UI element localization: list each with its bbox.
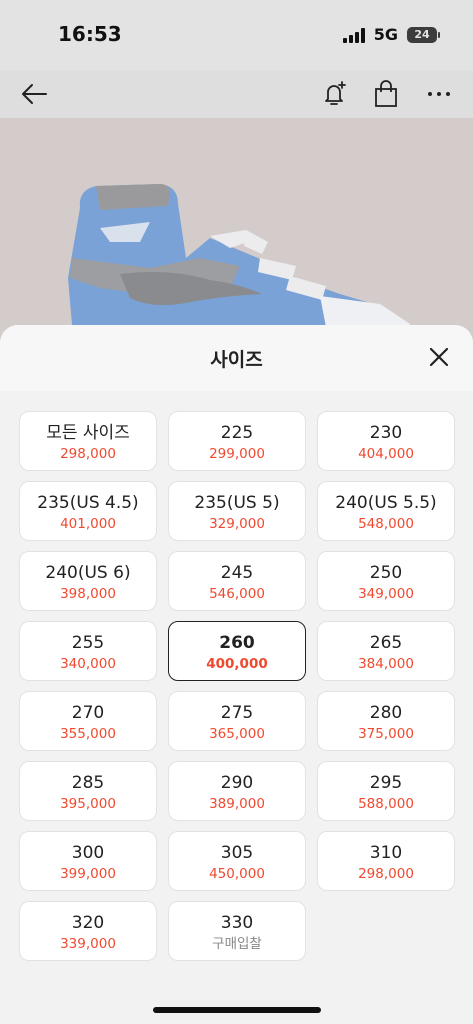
size-price: 401,000 xyxy=(60,516,116,532)
size-label: 330 xyxy=(220,913,254,933)
battery-level: 24 xyxy=(414,27,430,41)
size-label: 275 xyxy=(220,703,254,723)
size-option[interactable]: 235(US 5) 329,000 xyxy=(168,481,306,541)
size-price: 375,000 xyxy=(358,726,414,742)
size-label: 230 xyxy=(369,423,403,443)
size-price: 588,000 xyxy=(358,796,414,812)
size-option[interactable]: 330 구매입찰 xyxy=(168,901,306,961)
size-label: 235(US 5) xyxy=(194,493,280,513)
size-price: 389,000 xyxy=(209,796,265,812)
size-price: 구매입찰 xyxy=(212,936,262,952)
size-label: 265 xyxy=(369,633,403,653)
signal-icon xyxy=(342,27,365,43)
size-option[interactable]: 300 399,000 xyxy=(19,831,157,891)
network-type: 5G xyxy=(373,25,398,44)
size-label: 290 xyxy=(220,773,254,793)
back-arrow-icon[interactable] xyxy=(14,74,54,114)
size-option[interactable]: 245 546,000 xyxy=(168,551,306,611)
size-option[interactable]: 240(US 5.5) 548,000 xyxy=(317,481,455,541)
product-image xyxy=(0,118,473,348)
size-label: 235(US 4.5) xyxy=(37,493,139,513)
size-label: 305 xyxy=(220,843,254,863)
size-label: 270 xyxy=(71,703,105,723)
sneaker-image xyxy=(68,184,410,348)
size-price: 298,000 xyxy=(60,446,116,462)
size-option[interactable]: 310 298,000 xyxy=(317,831,455,891)
size-price: 365,000 xyxy=(209,726,265,742)
size-label: 310 xyxy=(369,843,403,863)
size-option[interactable]: 240(US 6) 398,000 xyxy=(19,551,157,611)
size-price: 299,000 xyxy=(209,446,265,462)
size-option-selected[interactable]: 260 400,000 xyxy=(168,621,306,681)
size-label: 모든 사이즈 xyxy=(46,423,130,443)
home-indicator xyxy=(153,1007,321,1013)
size-label: 280 xyxy=(369,703,403,723)
size-option[interactable]: 280 375,000 xyxy=(317,691,455,751)
size-option[interactable]: 230 404,000 xyxy=(317,411,455,471)
size-option[interactable]: 295 588,000 xyxy=(317,761,455,821)
size-option[interactable]: 225 299,000 xyxy=(168,411,306,471)
size-label: 250 xyxy=(369,563,403,583)
size-price: 548,000 xyxy=(358,516,414,532)
size-price: 298,000 xyxy=(358,866,414,882)
size-price: 355,000 xyxy=(60,726,116,742)
size-label: 245 xyxy=(220,563,254,583)
size-option[interactable]: 255 340,000 xyxy=(19,621,157,681)
size-label: 240(US 5.5) xyxy=(335,493,437,513)
size-price: 399,000 xyxy=(60,866,116,882)
alarm-add-icon[interactable] xyxy=(314,74,354,114)
size-option[interactable]: 320 339,000 xyxy=(19,901,157,961)
size-option[interactable]: 305 450,000 xyxy=(168,831,306,891)
top-nav xyxy=(0,70,473,118)
sheet-header: 사이즈 xyxy=(0,325,473,391)
shopping-bag-icon[interactable] xyxy=(366,74,406,114)
size-grid: 모든 사이즈 298,000 225 299,000 230 404,000 235(US … xyxy=(19,411,455,961)
size-option[interactable]: 285 395,000 xyxy=(19,761,157,821)
status-indicators: 5G 24 xyxy=(342,25,440,44)
size-sheet: 사이즈 모든 사이즈 298,000 225 299,000 230 404,000 235… xyxy=(0,325,473,1024)
size-price: 395,000 xyxy=(60,796,116,812)
size-option[interactable]: 265 384,000 xyxy=(317,621,455,681)
size-option[interactable]: 235(US 4.5) 401,000 xyxy=(19,481,157,541)
more-icon[interactable] xyxy=(419,74,459,114)
size-label: 320 xyxy=(71,913,105,933)
size-price: 400,000 xyxy=(206,656,268,672)
size-price: 398,000 xyxy=(60,586,116,602)
size-option[interactable]: 275 365,000 xyxy=(168,691,306,751)
size-price: 340,000 xyxy=(60,656,116,672)
size-option[interactable]: 290 389,000 xyxy=(168,761,306,821)
size-option[interactable]: 모든 사이즈 298,000 xyxy=(19,411,157,471)
battery-icon: 24 xyxy=(407,26,440,43)
size-price: 404,000 xyxy=(358,446,414,462)
size-label: 240(US 6) xyxy=(45,563,131,583)
size-price: 384,000 xyxy=(358,656,414,672)
size-option[interactable]: 270 355,000 xyxy=(19,691,157,751)
size-price: 349,000 xyxy=(358,586,414,602)
status-bar: 16:53 5G 24 xyxy=(0,0,473,70)
size-label: 300 xyxy=(71,843,105,863)
size-price: 339,000 xyxy=(60,936,116,952)
size-label: 285 xyxy=(71,773,105,793)
size-label: 255 xyxy=(71,633,105,653)
size-price: 329,000 xyxy=(209,516,265,532)
close-icon[interactable] xyxy=(425,343,453,371)
sheet-title: 사이즈 xyxy=(210,349,263,371)
size-price: 546,000 xyxy=(209,586,265,602)
size-option[interactable]: 250 349,000 xyxy=(317,551,455,611)
status-time: 16:53 xyxy=(58,22,122,46)
size-label: 295 xyxy=(369,773,403,793)
size-label: 225 xyxy=(220,423,254,443)
size-label: 260 xyxy=(219,633,255,653)
size-price: 450,000 xyxy=(209,866,265,882)
